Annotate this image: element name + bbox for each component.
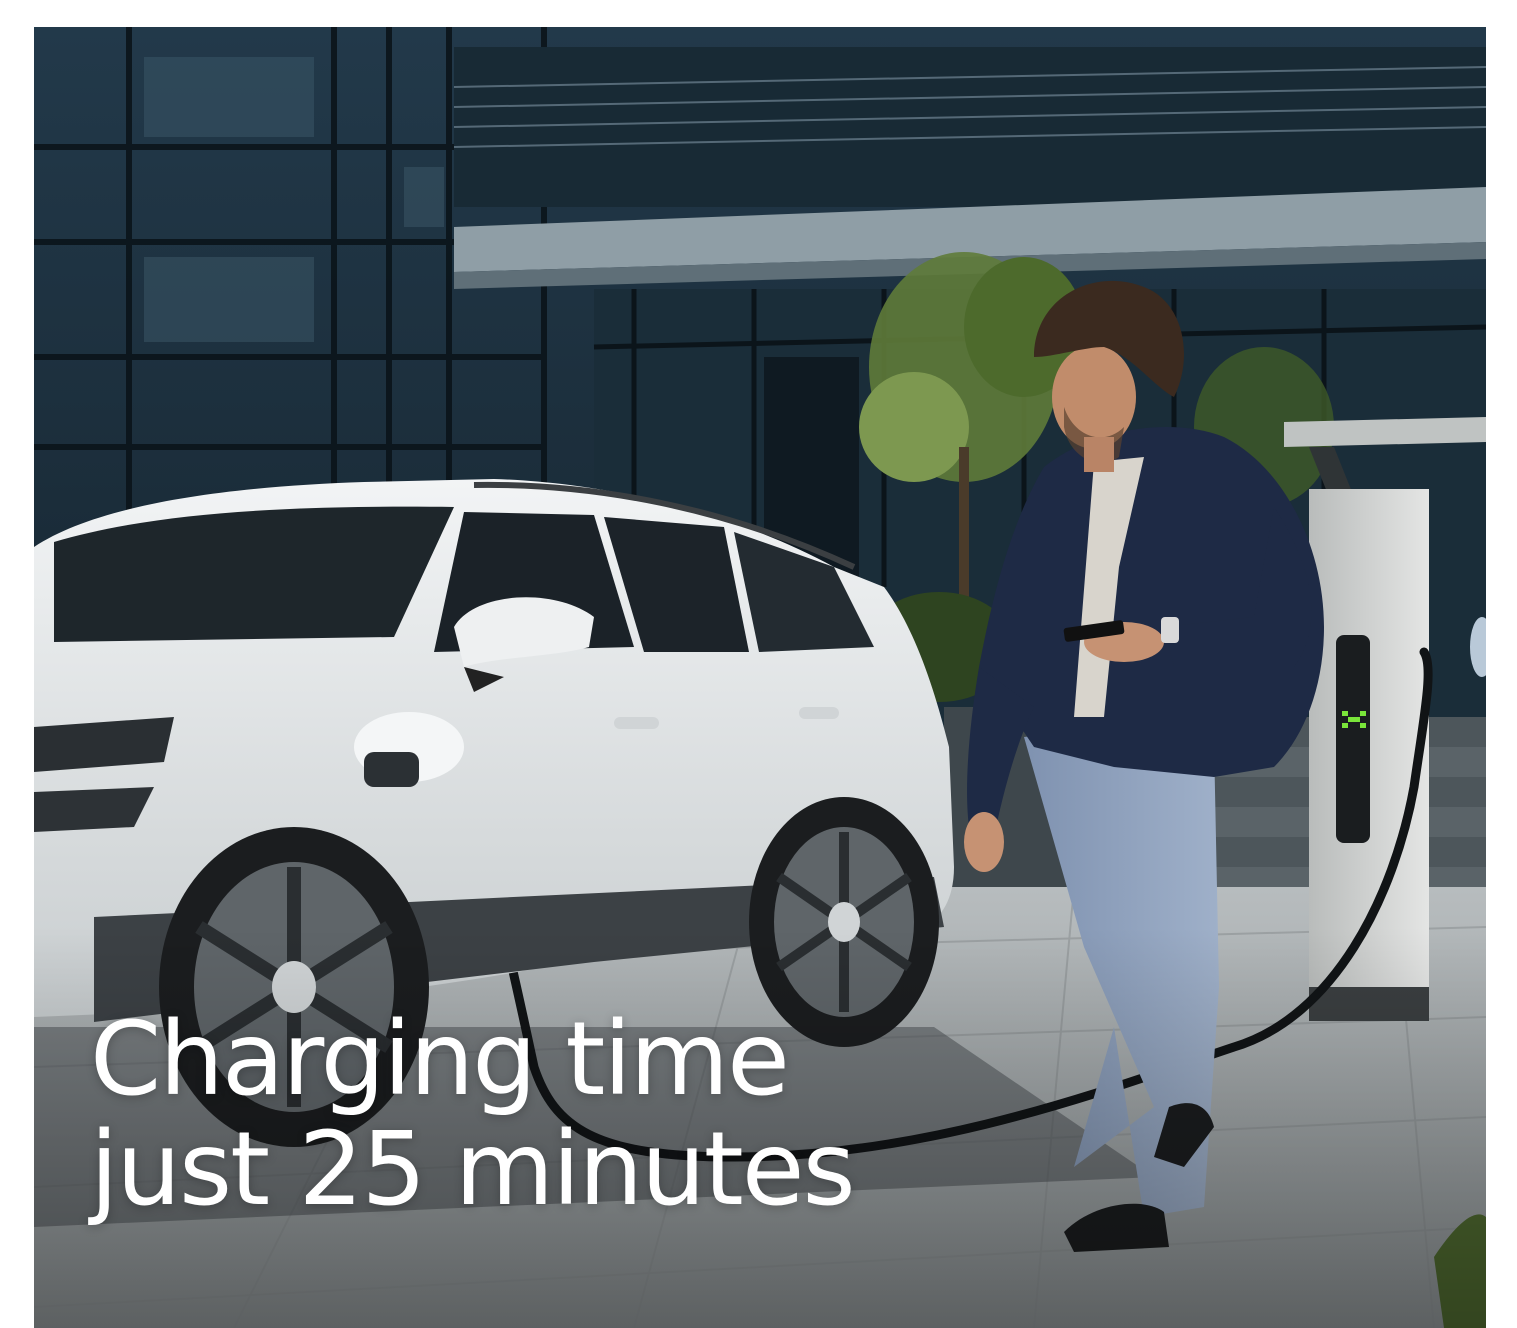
page: Charging time just 25 minutes [0,0,1517,1328]
hero-headline: Charging time just 25 minutes [90,1000,856,1229]
headline-line-1: Charging time [90,1000,790,1119]
headline-line-2: just 25 minutes [90,1110,856,1229]
hero-banner: Charging time just 25 minutes [34,27,1486,1328]
